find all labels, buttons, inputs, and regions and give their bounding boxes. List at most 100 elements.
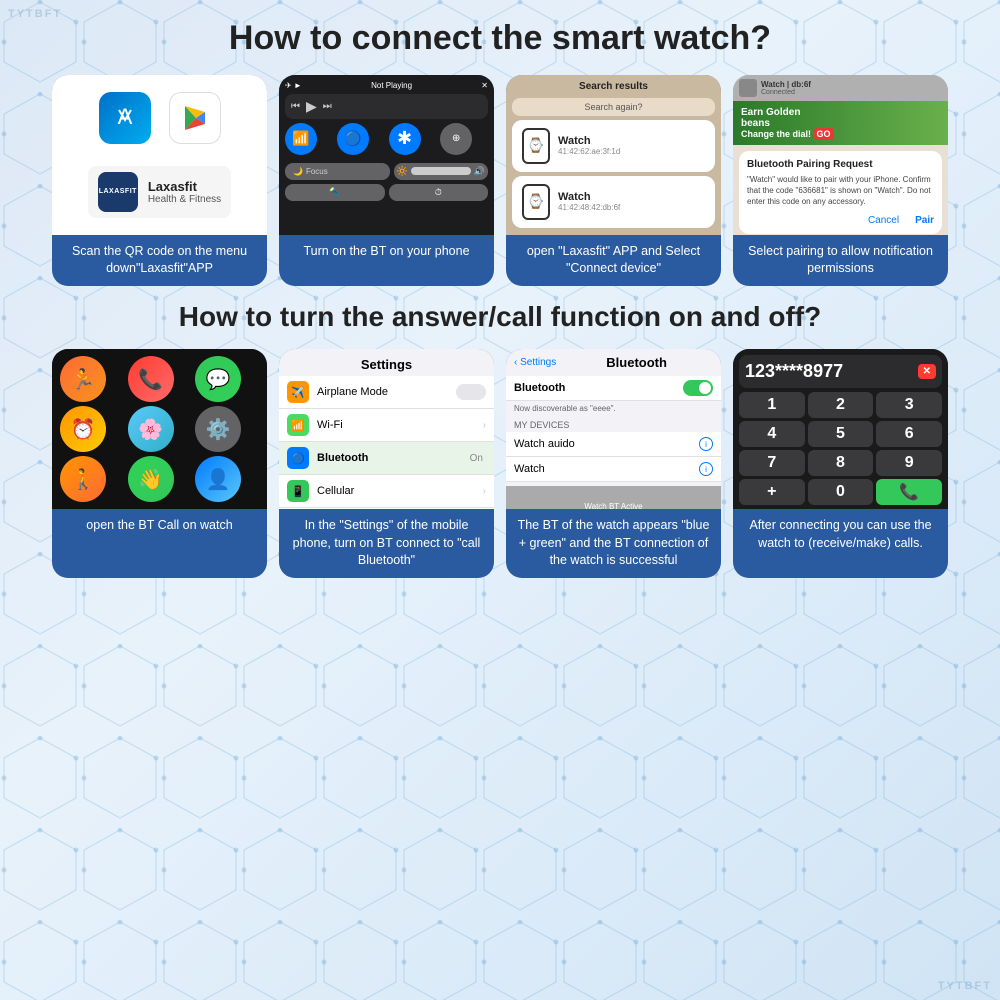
- airplane-icon: ✈️: [287, 381, 309, 403]
- card5-label: open the BT Call on watch: [52, 509, 267, 578]
- key-8[interactable]: 8: [808, 450, 874, 476]
- contact-app[interactable]: 👤: [195, 456, 241, 502]
- wifi-btn[interactable]: 📶: [285, 123, 317, 155]
- card-bt-watch-connect: ‹ Settings Bluetooth Bluetooth Now disco…: [506, 349, 721, 578]
- my-devices-header: MY DEVICES: [506, 416, 721, 432]
- card6-image: Settings ✈️ Airplane Mode 📶 Wi-Fi › 🔵 Bl…: [279, 349, 494, 509]
- ad-banner: Earn Goldenbeans Change the dial! GO: [733, 101, 948, 145]
- bt-setting[interactable]: 🔵 Bluetooth On: [279, 442, 494, 475]
- search-again-btn[interactable]: Search again?: [512, 98, 715, 116]
- timer-btn[interactable]: ⏱: [389, 184, 489, 201]
- card8-image: 123****8977 ✕ 1 2 3 4 5 6 7 8 9 +: [733, 349, 948, 509]
- settings-header: Settings: [279, 349, 494, 376]
- dialog-title: Bluetooth Pairing Request: [747, 159, 934, 170]
- watch-small-icon: [739, 79, 757, 97]
- watch-1-text: Watch 41:42:62:ae:3f:1d: [558, 135, 620, 156]
- settings-screen: Settings ✈️ Airplane Mode 📶 Wi-Fi › 🔵 Bl…: [279, 349, 494, 509]
- pair-button[interactable]: Pair: [915, 215, 934, 226]
- card5-image: 🏃 📞 💬 ⏰ 🌸 ⚙️ 🚶 👋 👤: [52, 349, 267, 509]
- watch1-mac: 41:42:62:ae:3f:1d: [558, 147, 620, 156]
- app-store-icons: A: [99, 92, 221, 144]
- watch2-mac: 41:42:48:42:db:6f: [558, 203, 620, 212]
- section2-title: How to turn the answer/call function on …: [30, 300, 970, 334]
- laxasfit-app-row: LAXASFIT Laxasfit Health & Fitness: [88, 166, 231, 218]
- key-0[interactable]: 0: [808, 479, 874, 505]
- bt-settings-screen: ‹ Settings Bluetooth Bluetooth Now disco…: [506, 349, 721, 509]
- control-center: ✈ ► Not Playing ✕ ⏮ ▶ ⏭ 📶 🔵 ✱: [279, 75, 494, 235]
- device1-info-btn[interactable]: i: [699, 437, 713, 451]
- brightness-btn[interactable]: 🔆 🔊: [394, 163, 489, 180]
- card3-image: Search results Search again? ⌚ Watch 41:…: [506, 75, 721, 235]
- bt-toggle[interactable]: [683, 380, 713, 396]
- walk-app[interactable]: 🚶: [60, 456, 106, 502]
- card7-label: The BT of the watch appears "blue + gree…: [506, 509, 721, 578]
- cc-buttons-grid: 📶 🔵 ✱ ⊕: [285, 123, 488, 155]
- play-store-icon: [169, 92, 221, 144]
- dialog-body: "Watch" would like to pair with your iPh…: [747, 174, 934, 208]
- wifi-setting[interactable]: 📶 Wi-Fi ›: [279, 409, 494, 442]
- search-results-screen: Search results Search again? ⌚ Watch 41:…: [506, 75, 721, 235]
- card4-label: Select pairing to allow notification per…: [733, 235, 948, 286]
- dialog-actions: Cancel Pair: [747, 215, 934, 226]
- device2-info-btn[interactable]: i: [699, 462, 713, 476]
- wifi-label: Wi-Fi: [317, 419, 475, 431]
- key-7[interactable]: 7: [739, 450, 805, 476]
- key-1[interactable]: 1: [739, 392, 805, 418]
- watch1-name: Watch: [558, 135, 620, 147]
- card2-label: Turn on the BT on your phone: [279, 235, 494, 286]
- airplane-toggle[interactable]: [456, 384, 486, 400]
- key-4[interactable]: 4: [739, 421, 805, 447]
- key-3[interactable]: 3: [876, 392, 942, 418]
- card-bt-on: ✈ ► Not Playing ✕ ⏮ ▶ ⏭ 📶 🔵 ✱: [279, 75, 494, 286]
- card8-label: After connecting you can use the watch t…: [733, 509, 948, 578]
- bt-active-btn[interactable]: ✱: [389, 123, 421, 155]
- watch-item-2[interactable]: ⌚ Watch 41:42:48:42:db:6f: [512, 176, 715, 228]
- device-2[interactable]: Watch i: [506, 457, 721, 482]
- apple-logo: A: [109, 102, 141, 134]
- bt-back-btn[interactable]: ‹ Settings: [514, 357, 556, 368]
- flashlight-btn[interactable]: 🔦: [285, 184, 385, 201]
- call-app[interactable]: 📞: [128, 356, 174, 402]
- play-store-logo: [179, 102, 211, 134]
- device-1[interactable]: Watch auido i: [506, 432, 721, 457]
- key-plus[interactable]: +: [739, 479, 805, 505]
- cc-row2: 🔦 ⏱: [285, 184, 488, 201]
- displayed-number: 123****8977: [745, 361, 843, 382]
- message-app[interactable]: 💬: [195, 356, 241, 402]
- watch-item-1[interactable]: ⌚ Watch 41:42:62:ae:3f:1d: [512, 120, 715, 172]
- cellular-icon: 📱: [287, 480, 309, 502]
- ad-subtext: Change the dial! GO: [741, 129, 940, 139]
- airplane-setting[interactable]: ✈️ Airplane Mode: [279, 376, 494, 409]
- card3-label: open "Laxasfit" APP and Select "Connect …: [506, 235, 721, 286]
- settings-app[interactable]: ⚙️: [195, 406, 241, 452]
- card6-label: In the "Settings" of the mobile phone, t…: [279, 509, 494, 578]
- media-controls: ⏮ ▶ ⏭: [285, 94, 488, 119]
- key-2[interactable]: 2: [808, 392, 874, 418]
- card4-image: Watch | db:6f Connected Earn Goldenbeans…: [733, 75, 948, 235]
- bt-btn[interactable]: 🔵: [337, 123, 369, 155]
- bt-pairing-dialog: Bluetooth Pairing Request "Watch" would …: [739, 151, 942, 235]
- key-5[interactable]: 5: [808, 421, 874, 447]
- card-dialpad: 123****8977 ✕ 1 2 3 4 5 6 7 8 9 +: [733, 349, 948, 578]
- bt-toggle-label: Bluetooth: [514, 382, 565, 394]
- key-9[interactable]: 9: [876, 450, 942, 476]
- alarm-app[interactable]: ⏰: [60, 406, 106, 452]
- bt-pairing-screen: Watch | db:6f Connected Earn Goldenbeans…: [733, 75, 948, 235]
- watch-label: Watch | db:6f: [761, 80, 811, 89]
- key-6[interactable]: 6: [876, 421, 942, 447]
- focus-btn[interactable]: 🌙Focus: [285, 163, 390, 180]
- delete-button[interactable]: ✕: [918, 364, 936, 379]
- cancel-button[interactable]: Cancel: [868, 215, 899, 226]
- bt-toggle-row: Bluetooth: [506, 376, 721, 401]
- wave-app[interactable]: 👋: [128, 456, 174, 502]
- bt-setting-icon: 🔵: [287, 447, 309, 469]
- airdrop-btn[interactable]: ⊕: [440, 123, 472, 155]
- cellular-setting[interactable]: 📱 Cellular ›: [279, 475, 494, 508]
- flower-app[interactable]: 🌸: [128, 406, 174, 452]
- run-app[interactable]: 🏃: [60, 356, 106, 402]
- watch-status-text: Watch | db:6f Connected: [761, 80, 811, 96]
- laxasfit-subtitle: Health & Fitness: [148, 194, 221, 205]
- call-button[interactable]: 📞: [876, 479, 942, 505]
- svg-text:A: A: [117, 104, 132, 129]
- device1-name: Watch auido: [514, 438, 699, 450]
